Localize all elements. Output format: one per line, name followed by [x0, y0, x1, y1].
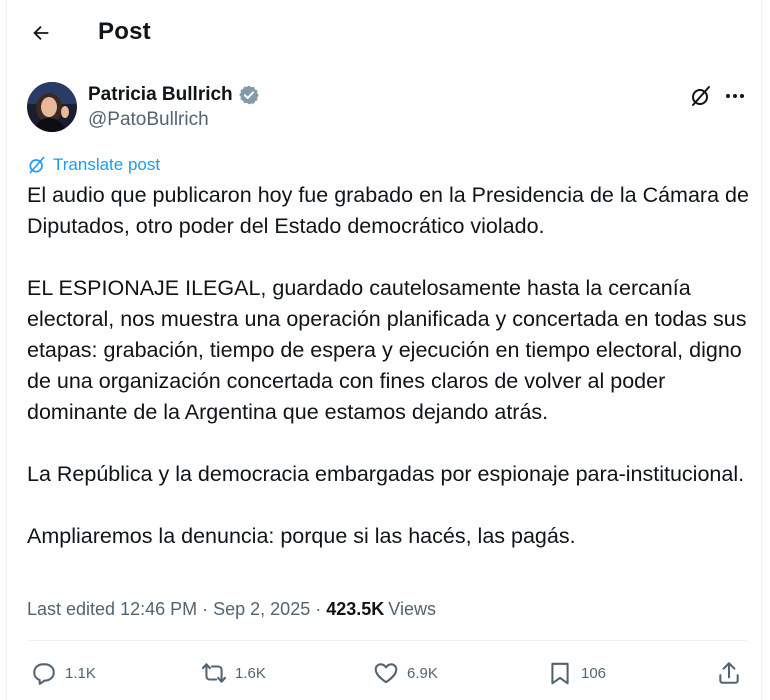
repost-icon [201, 663, 227, 683]
avatar-image [27, 82, 77, 132]
grok-icon [692, 86, 710, 106]
author-name-label: Patricia Bullrich [88, 84, 233, 105]
action-bar: 1.1K 1.6K 6.9K 106 [7, 660, 761, 696]
verified-badge-icon [238, 85, 259, 105]
like-button[interactable]: 6.9K [373, 660, 438, 686]
divider [27, 640, 747, 641]
translate-label: Translate post [53, 155, 161, 174]
post-date[interactable]: Sep 2, 2025 [213, 599, 310, 620]
like-icon [374, 663, 398, 684]
like-count: 6.9K [407, 664, 438, 682]
views-label: Views [388, 599, 436, 619]
post-metadata: Last edited 12:46 PM · Sep 2, 2025 · 423… [27, 599, 436, 620]
translate-icon [29, 156, 45, 174]
back-button[interactable] [23, 15, 59, 51]
reply-button[interactable]: 1.1K [31, 660, 96, 686]
author-name[interactable]: Patricia Bullrich [88, 84, 260, 106]
edited-timestamp[interactable]: Last edited 12:46 PM [27, 599, 197, 620]
post-text: El audio que publicaron hoy fue grabado … [27, 183, 749, 548]
bookmark-button[interactable]: 106 [547, 660, 606, 686]
repost-count: 1.6K [235, 664, 266, 682]
repost-button[interactable]: 1.6K [201, 660, 266, 686]
bookmark-icon [551, 662, 569, 685]
reply-count: 1.1K [65, 664, 96, 682]
meta-separator: · [197, 599, 214, 619]
share-icon [719, 662, 739, 684]
views-count[interactable]: 423.5K [326, 599, 384, 620]
more-options-button[interactable] [722, 84, 748, 108]
avatar[interactable] [27, 82, 77, 132]
page-title: Post [98, 18, 151, 45]
bookmark-count: 106 [581, 664, 607, 682]
post-page: Post Patricia Bullrich @PatoBullrich Tra… [6, 0, 762, 700]
reply-icon [33, 663, 55, 685]
page-header: Post [7, 0, 761, 66]
author-handle[interactable]: @PatoBullrich [88, 109, 209, 131]
more-icon [726, 94, 744, 98]
translate-post-link[interactable]: Translate post [27, 155, 160, 175]
share-button[interactable] [716, 660, 742, 686]
grok-button[interactable] [689, 84, 713, 108]
back-arrow-icon [33, 25, 49, 41]
meta-separator: · [310, 599, 327, 619]
